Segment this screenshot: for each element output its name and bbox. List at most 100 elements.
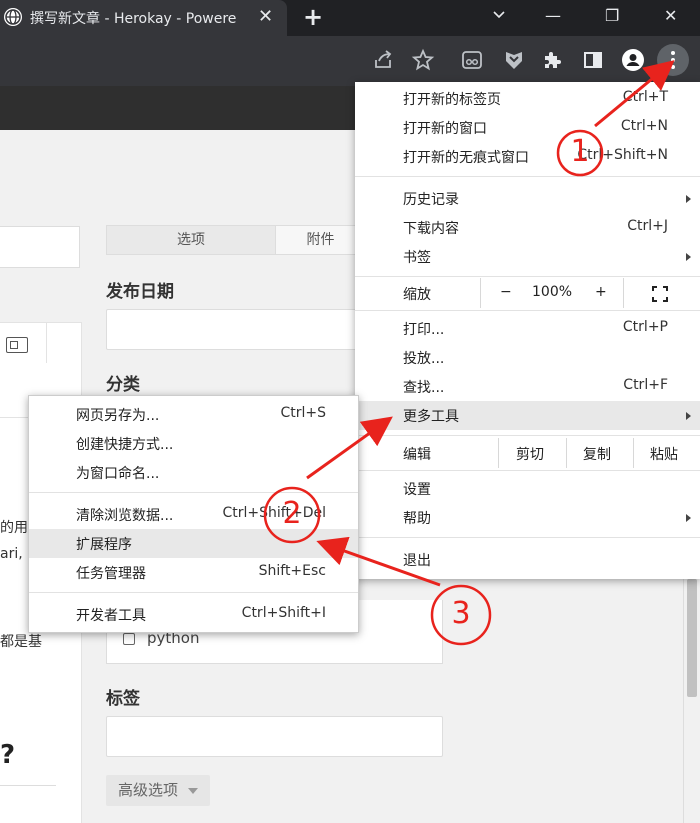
menu-item-label: 网页另存为... xyxy=(76,408,160,424)
menu-item-print[interactable]: 打印... Ctrl+P xyxy=(355,314,700,343)
menu-item-label: 创建快捷方式... xyxy=(76,437,174,453)
shield-extension-icon[interactable] xyxy=(502,48,526,72)
menu-shortcut: Ctrl+F xyxy=(623,377,668,393)
text-fragment: 都是基 xyxy=(0,634,42,650)
profile-avatar-icon[interactable] xyxy=(621,48,645,72)
zoom-row: 缩放 − 100% + xyxy=(355,278,700,308)
menu-item-label: 查找... xyxy=(403,380,445,396)
page-scrollbar[interactable] xyxy=(683,579,700,823)
chrome-menu-button[interactable] xyxy=(657,44,689,76)
menu-item-label: 设置 xyxy=(403,482,431,498)
zoom-out-button[interactable]: − xyxy=(500,284,512,300)
menu-item-label: 投放... xyxy=(403,351,445,367)
text-fragment: 的用 xyxy=(0,520,28,536)
new-tab-button[interactable]: + xyxy=(303,4,323,30)
step-3-number: 3 xyxy=(451,596,471,631)
publish-date-label: 发布日期 xyxy=(106,282,174,302)
edit-row: 编辑 剪切 复制 粘贴 xyxy=(355,438,700,468)
edit-label: 编辑 xyxy=(403,447,431,463)
submenu-item-extensions[interactable]: 扩展程序 xyxy=(29,529,358,558)
copy-button[interactable]: 复制 xyxy=(583,444,611,464)
newspaper-icon[interactable] xyxy=(6,337,28,353)
menu-item-label: 历史记录 xyxy=(403,192,459,208)
text-fragment: ? xyxy=(0,740,16,770)
collapse-tabs-icon[interactable] xyxy=(491,6,507,26)
zoom-in-button[interactable]: + xyxy=(595,284,607,300)
more-tools-submenu: 网页另存为... Ctrl+S 创建快捷方式... 为窗口命名... 清除浏览数据… xyxy=(28,395,359,633)
tags-label: 标签 xyxy=(106,689,140,709)
menu-item-bookmarks[interactable]: 书签 xyxy=(355,242,700,271)
extensions-puzzle-icon[interactable] xyxy=(541,48,565,72)
submenu-item-name-window[interactable]: 为窗口命名... xyxy=(29,458,358,487)
advanced-options-button[interactable]: 高级选项 xyxy=(106,775,210,806)
cut-button[interactable]: 剪切 xyxy=(516,444,544,464)
submenu-item-task-manager[interactable]: 任务管理器 Shift+Esc xyxy=(29,558,358,587)
minimize-button[interactable]: — xyxy=(545,6,561,25)
paste-button[interactable]: 粘贴 xyxy=(650,444,678,464)
submenu-item-save-page[interactable]: 网页另存为... Ctrl+S xyxy=(29,400,358,429)
category-checkbox[interactable] xyxy=(123,633,135,645)
globe-icon xyxy=(4,8,22,26)
tab-options[interactable]: 选项 xyxy=(106,225,276,255)
bookmark-star-icon[interactable] xyxy=(411,48,435,72)
menu-item-more-tools[interactable]: 更多工具 xyxy=(355,401,700,430)
tags-input[interactable] xyxy=(106,716,443,757)
zoom-level: 100% xyxy=(532,284,573,300)
menu-item-history[interactable]: 历史记录 xyxy=(355,184,700,213)
close-tab-icon[interactable]: ✕ xyxy=(258,6,273,28)
menu-item-label: 打印... xyxy=(403,322,445,338)
title-input[interactable] xyxy=(0,226,80,268)
submenu-item-clear-browsing-data[interactable]: 清除浏览数据... Ctrl+Shift+Del xyxy=(29,500,358,529)
menu-shortcut: Ctrl+S xyxy=(280,405,326,421)
menu-item-label: 扩展程序 xyxy=(76,537,132,553)
menu-item-label: 为窗口命名... xyxy=(76,466,160,482)
menu-item-exit[interactable]: 退出 xyxy=(355,545,700,574)
menu-item-label: 打开新的窗口 xyxy=(403,121,487,137)
submenu-arrow-icon xyxy=(686,412,691,420)
submenu-arrow-icon xyxy=(686,253,691,261)
side-panel-icon[interactable] xyxy=(581,48,605,72)
submenu-arrow-icon xyxy=(686,195,691,203)
share-icon[interactable] xyxy=(371,48,395,72)
step-2-number: 2 xyxy=(282,496,302,531)
zoom-label: 缩放 xyxy=(403,287,431,303)
sidebar-tabs: 选项 附件 xyxy=(106,225,366,255)
menu-item-cast[interactable]: 投放... xyxy=(355,343,700,372)
menu-item-settings[interactable]: 设置 xyxy=(355,474,700,503)
browser-toolbar xyxy=(0,36,700,86)
menu-item-find[interactable]: 查找... Ctrl+F xyxy=(355,372,700,401)
menu-item-new-incognito-window[interactable]: 打开新的无痕式窗口 Ctrl+Shift+N xyxy=(355,142,700,171)
menu-item-help[interactable]: 帮助 xyxy=(355,503,700,532)
menu-shortcut: Ctrl+Shift+I xyxy=(241,605,326,621)
menu-item-downloads[interactable]: 下载内容 Ctrl+J xyxy=(355,213,700,242)
menu-item-label: 更多工具 xyxy=(403,409,459,425)
menu-item-label: 帮助 xyxy=(403,511,431,527)
category-label: 分类 xyxy=(106,375,140,395)
menu-item-label: 清除浏览数据... xyxy=(76,508,174,524)
menu-shortcut: Ctrl+J xyxy=(627,218,668,234)
reader-extension-icon[interactable] xyxy=(460,48,484,72)
caret-down-icon xyxy=(188,788,198,794)
publish-date-input[interactable] xyxy=(106,309,366,350)
step-1-number: 1 xyxy=(570,134,590,169)
menu-item-new-window[interactable]: 打开新的窗口 Ctrl+N xyxy=(355,113,700,142)
scrollbar-thumb[interactable] xyxy=(687,579,697,697)
maximize-button[interactable]: ❐ xyxy=(605,6,619,25)
tab-attachments[interactable]: 附件 xyxy=(275,225,366,255)
menu-item-label: 任务管理器 xyxy=(76,566,146,582)
menu-item-label: 打开新的标签页 xyxy=(403,92,501,108)
advanced-options-label: 高级选项 xyxy=(118,781,179,799)
menu-item-label: 下载内容 xyxy=(403,221,459,237)
menu-item-new-tab[interactable]: 打开新的标签页 Ctrl+T xyxy=(355,84,700,113)
close-window-button[interactable]: ✕ xyxy=(664,6,677,25)
chrome-main-menu: 打开新的标签页 Ctrl+T 打开新的窗口 Ctrl+N 打开新的无痕式窗口 Ctrl… xyxy=(355,82,700,579)
menu-item-label: 书签 xyxy=(403,250,431,266)
menu-shortcut: Ctrl+T xyxy=(622,89,668,105)
menu-item-label: 开发者工具 xyxy=(76,608,146,624)
submenu-item-developer-tools[interactable]: 开发者工具 Ctrl+Shift+I xyxy=(29,600,358,629)
menu-item-label: 打开新的无痕式窗口 xyxy=(403,150,529,166)
menu-item-label: 退出 xyxy=(403,553,431,569)
browser-tab[interactable]: 撰写新文章 - Herokay - Powere ✕ xyxy=(0,0,287,36)
submenu-item-create-shortcut[interactable]: 创建快捷方式... xyxy=(29,429,358,458)
fullscreen-icon[interactable] xyxy=(652,286,668,302)
